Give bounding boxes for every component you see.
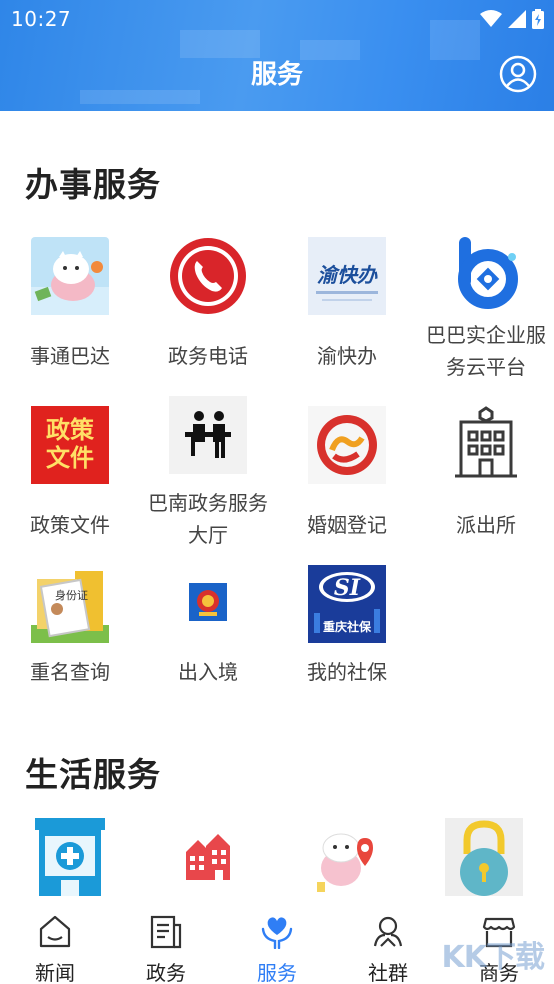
status-time: 10:27 [11, 7, 72, 31]
service-tile-service-hall[interactable]: 巴南政务服务 大厅 [138, 396, 278, 547]
service-tile-shitong[interactable]: 事通巴达 [0, 237, 140, 377]
tab-label: 服务 [257, 961, 297, 984]
service-label: 巴巴实企业服 务云平台 [426, 323, 546, 379]
blue-b-logo-icon [458, 237, 518, 309]
service-label: 政务电话 [168, 344, 248, 368]
section-title-life: 生活服务 [25, 755, 161, 794]
document-icon [150, 915, 182, 949]
status-bar: 10:27 [0, 0, 554, 38]
service-tile-police-station[interactable]: 派出所 [416, 406, 554, 546]
service-label: 婚姻登记 [307, 513, 387, 537]
svg-text:SI: SI [334, 575, 361, 601]
lock-icon[interactable] [445, 818, 523, 896]
service-label: 我的社保 [307, 660, 387, 684]
service-tile-name-search[interactable]: 身份证 重名查询 [0, 565, 140, 695]
service-tile-policy[interactable]: 政策 文件 政策文件 [0, 406, 140, 546]
police-station-icon [455, 406, 517, 478]
service-tile-yukuaiban[interactable]: 渝快办 渝快办 [277, 237, 417, 377]
social-security-icon: SI 重庆社保 [308, 565, 386, 643]
hospital-icon[interactable] [31, 818, 109, 896]
service-label: 政策文件 [30, 513, 110, 537]
page-title: 服务 [250, 60, 303, 90]
community-icon [373, 916, 403, 947]
profile-button[interactable] [499, 55, 537, 93]
tab-community[interactable]: 社群 [333, 905, 443, 984]
app-header: 10:27 服务 [0, 0, 554, 111]
service-label: 渝快办 [317, 344, 377, 368]
tab-label: 政务 [146, 961, 186, 984]
tab-label: 社群 [368, 961, 408, 984]
id-card-icon: 身份证 [31, 565, 109, 643]
service-label: 出入境 [178, 660, 238, 684]
service-tile-marriage[interactable]: 婚姻登记 [277, 406, 417, 546]
buildings-icon[interactable] [184, 832, 232, 880]
signal-icon [508, 10, 526, 28]
police-badge-icon [189, 583, 227, 621]
service-label: 事通巴达 [30, 344, 110, 368]
tab-government[interactable]: 政务 [111, 905, 221, 984]
phone-icon [170, 238, 246, 314]
tab-service[interactable]: 服务 [222, 905, 332, 984]
policy-doc-icon: 政策 文件 [31, 406, 109, 484]
service-hall-icon [169, 396, 247, 474]
cartoon-tiger-icon [31, 237, 109, 315]
tab-news[interactable]: 新闻 [0, 905, 110, 984]
watermark: KK下载 [441, 940, 545, 975]
service-label: 重名查询 [30, 660, 110, 684]
cartoon-map-icon[interactable] [307, 818, 385, 896]
service-label: 派出所 [456, 513, 516, 537]
marriage-logo-icon [308, 406, 386, 484]
wifi-icon [480, 10, 502, 27]
status-icons [480, 9, 544, 29]
service-tile-enterprise-cloud[interactable]: 巴巴实企业服 务云平台 [416, 237, 554, 379]
heart-hands-icon [261, 917, 293, 949]
service-tile-social-security[interactable]: SI 重庆社保 我的社保 [277, 565, 417, 695]
section-title-office: 办事服务 [25, 165, 161, 204]
yukuaiban-logo-icon: 渝快办 [308, 237, 386, 315]
service-tile-exit-entry[interactable]: 出入境 [138, 565, 278, 695]
tab-label: 新闻 [35, 961, 75, 984]
news-icon [39, 915, 71, 948]
battery-icon [532, 9, 544, 29]
service-tile-hotline[interactable]: 政务电话 [138, 237, 278, 377]
service-label: 巴南政务服务 大厅 [148, 491, 268, 547]
